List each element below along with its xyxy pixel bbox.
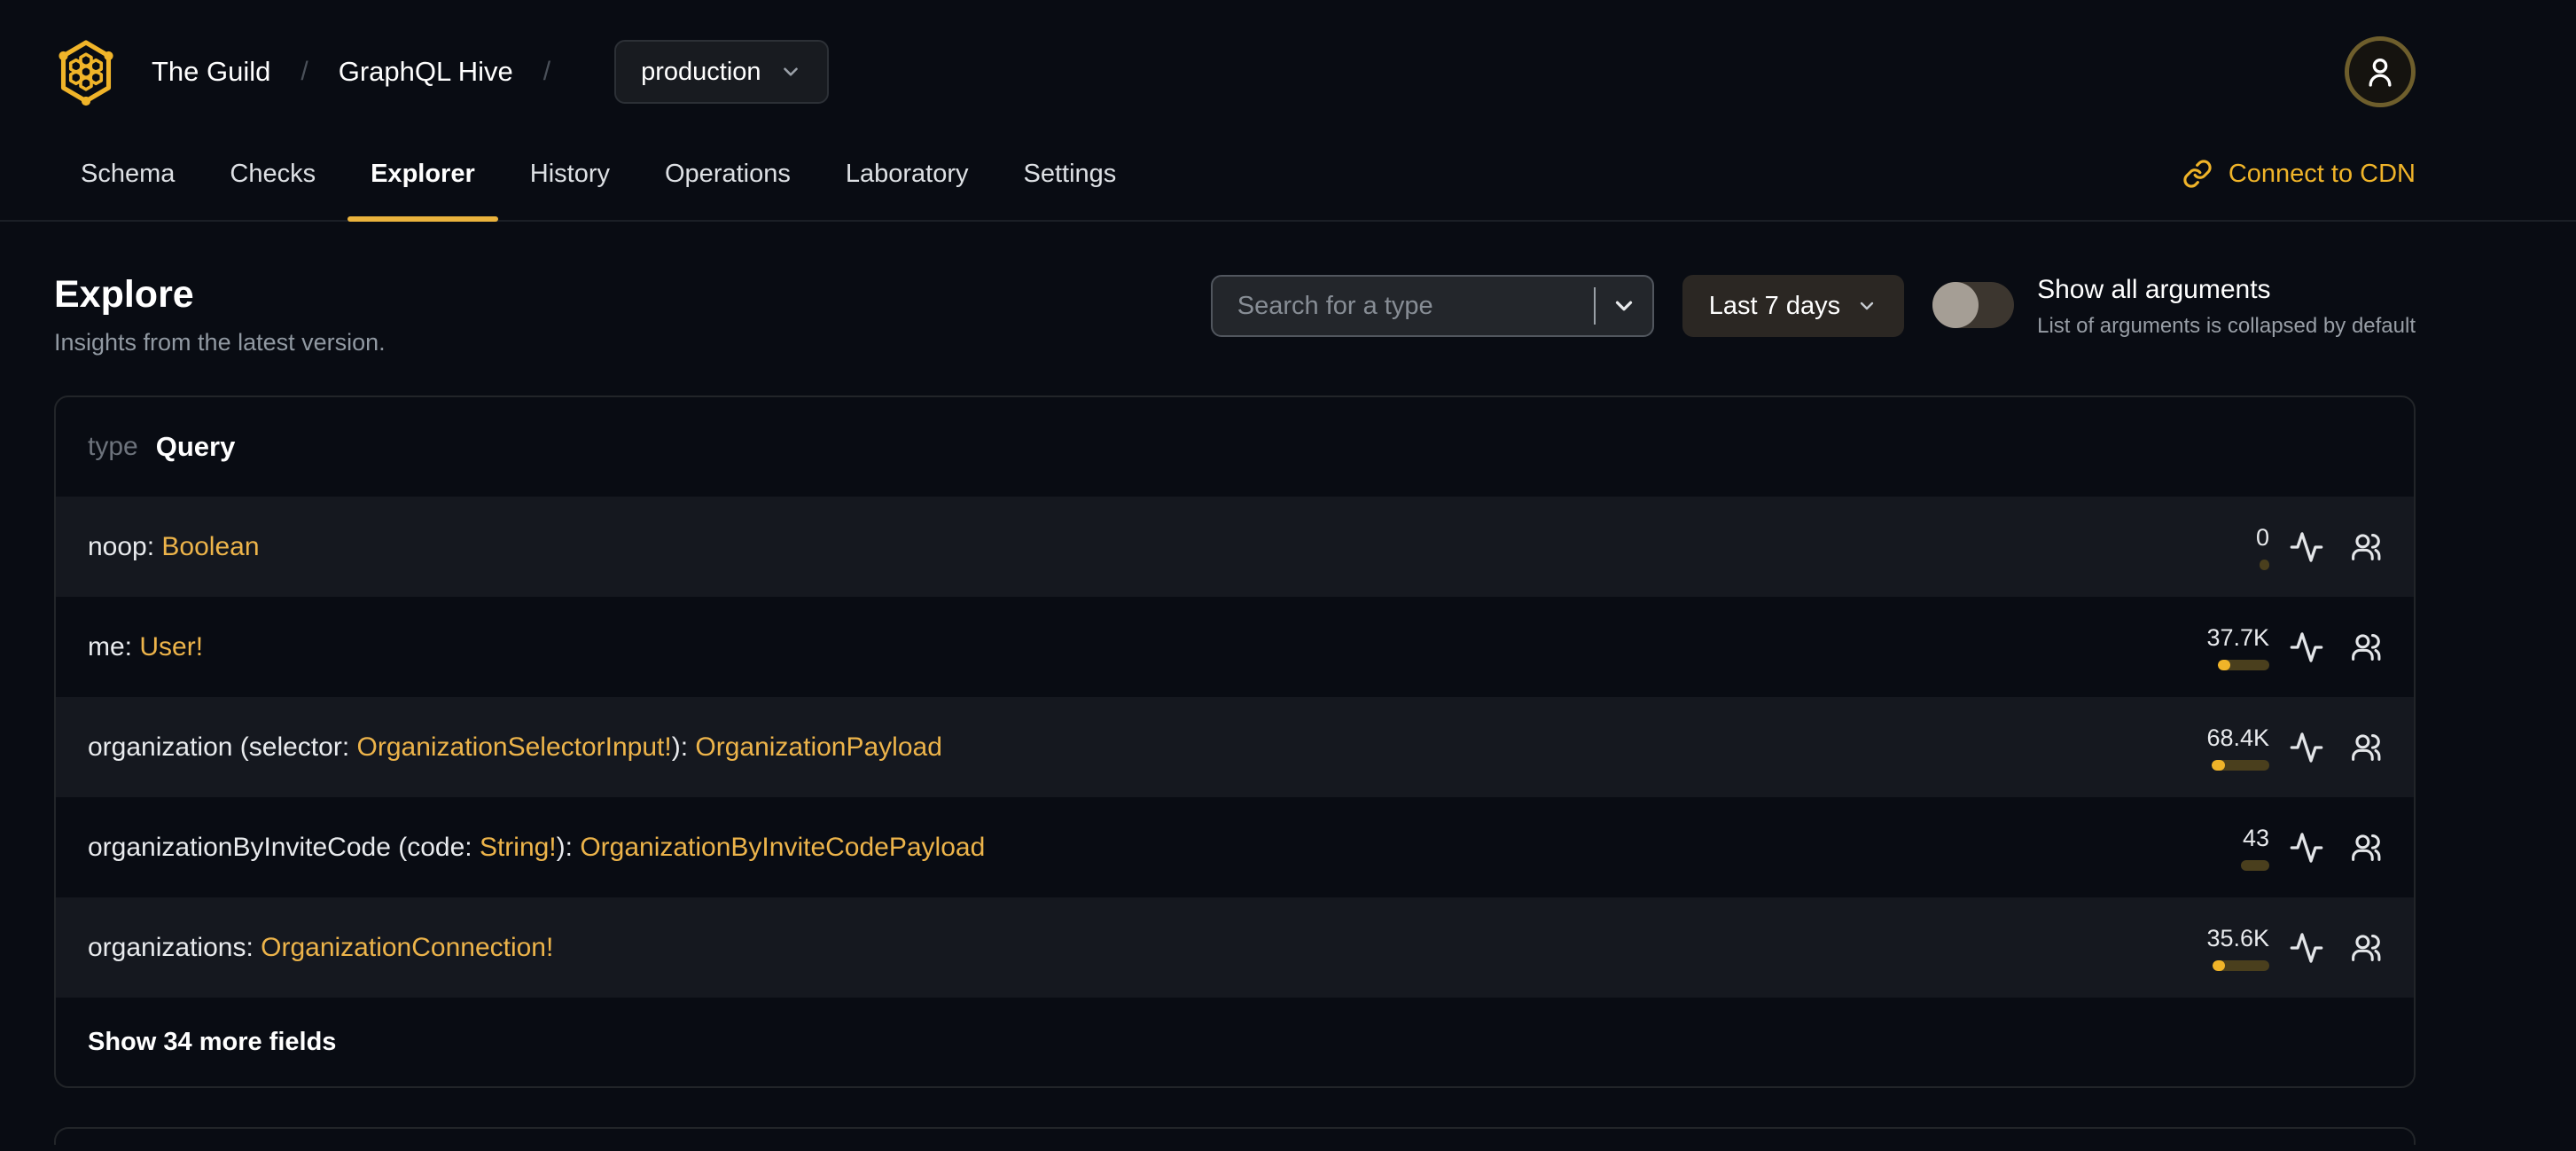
- page-subtitle: Insights from the latest version.: [54, 329, 386, 356]
- usage-bar: [2212, 759, 2269, 771]
- toggle-label: Show all arguments: [2037, 275, 2271, 304]
- field-signature: organizationByInviteCode (code: String!)…: [88, 832, 986, 862]
- page-heading: Explore Insights from the latest version…: [54, 273, 386, 356]
- field-stats: 37.7K: [2206, 624, 2382, 670]
- field-list: noop: Boolean 0 me: User! 37.7K organiza…: [56, 497, 2414, 998]
- chevron-down-icon: [783, 67, 798, 76]
- user-avatar-icon: [2369, 59, 2392, 87]
- field-metric: 43: [2241, 825, 2269, 871]
- toggle-labels: Show all arguments List of arguments is …: [2037, 275, 2416, 339]
- tab-operations[interactable]: Operations: [638, 128, 817, 220]
- tab-bar: Schema Checks Explorer History Operations Lab…: [54, 128, 1144, 222]
- show-all-arguments-toggle[interactable]: [1932, 282, 2015, 328]
- field-row[interactable]: organizations: OrganizationConnection! 3…: [56, 897, 2414, 998]
- breadcrumb-project[interactable]: GraphQL Hive: [339, 56, 513, 88]
- activity-icon[interactable]: [2289, 830, 2324, 865]
- type-search-dropdown-button[interactable]: [1596, 293, 1652, 319]
- tab-checks[interactable]: Checks: [203, 128, 342, 220]
- explore-page: Explore Insights from the latest version…: [54, 273, 2416, 1145]
- tab-history[interactable]: History: [503, 128, 636, 220]
- activity-icon[interactable]: [2289, 529, 2324, 565]
- type-search-box: [1210, 275, 1654, 337]
- field-stats: 43: [2241, 825, 2382, 871]
- page-title: Explore: [54, 273, 194, 316]
- connect-to-cdn-button[interactable]: Connect to CDN: [2182, 128, 2416, 220]
- tabs-strip: Schema Checks Explorer History Operations Lab…: [0, 128, 2576, 222]
- users-icon[interactable]: [2349, 931, 2382, 964]
- request-count: 0: [2255, 523, 2269, 551]
- usage-bar: [2218, 659, 2269, 670]
- show-more-fields-button[interactable]: Show 34 more fields: [56, 998, 2414, 1086]
- field-signature: organizations: OrganizationConnection!: [88, 932, 554, 962]
- type-card-header: type Query: [56, 397, 2414, 497]
- usage-bar: [2241, 859, 2269, 871]
- users-icon[interactable]: [2349, 831, 2382, 864]
- period-selector[interactable]: Last 7 days: [1682, 275, 1905, 337]
- field-metric: 0: [2256, 524, 2269, 570]
- explore-controls: Last 7 days Show all arguments List of a…: [1210, 275, 2416, 356]
- link-icon: [2183, 160, 2212, 188]
- tab-schema[interactable]: Schema: [54, 128, 201, 220]
- hive-logo-icon[interactable]: [54, 37, 118, 106]
- type-name: Query: [155, 431, 236, 462]
- users-icon[interactable]: [2349, 530, 2382, 563]
- field-stats: 35.6K: [2206, 925, 2382, 971]
- toggle-caption: List of arguments is collapsed by defaul…: [2037, 314, 2416, 338]
- connect-to-cdn-label: Connect to CDN: [2228, 159, 2416, 188]
- field-metric: 35.6K: [2206, 925, 2269, 971]
- usage-bar: [2260, 559, 2269, 570]
- field-signature: me: User!: [88, 631, 204, 662]
- field-metric: 68.4K: [2206, 724, 2269, 771]
- request-count: 43: [2242, 824, 2269, 851]
- next-type-card-partial: [54, 1127, 2416, 1145]
- toggle-knob: [1932, 282, 1979, 328]
- type-card-query: type Query noop: Boolean 0 me: User! 37.…: [54, 395, 2416, 1088]
- chevron-down-icon: [1860, 301, 1874, 310]
- breadcrumb-separator: /: [543, 57, 551, 86]
- request-count: 68.4K: [2206, 724, 2269, 751]
- field-metric: 37.7K: [2206, 624, 2269, 670]
- field-row[interactable]: noop: Boolean 0: [56, 497, 2414, 597]
- field-stats: 68.4K: [2206, 724, 2382, 771]
- app-header: The Guild / GraphQL Hive / production Sc…: [0, 23, 2576, 222]
- user-menu-button[interactable]: [2345, 36, 2416, 107]
- tab-explorer[interactable]: Explorer: [344, 128, 502, 222]
- breadcrumb-separator: /: [301, 57, 308, 86]
- tab-laboratory[interactable]: Laboratory: [819, 128, 995, 220]
- request-count: 37.7K: [2206, 623, 2269, 651]
- activity-icon[interactable]: [2289, 930, 2324, 966]
- tab-settings[interactable]: Settings: [997, 128, 1144, 220]
- type-kind-label: type: [88, 432, 138, 461]
- top-bar: The Guild / GraphQL Hive / production: [54, 23, 2416, 121]
- chevron-down-icon: [1615, 301, 1632, 311]
- field-row[interactable]: organization (selector: OrganizationSele…: [56, 697, 2414, 797]
- request-count: 35.6K: [2206, 924, 2269, 951]
- users-icon[interactable]: [2349, 630, 2382, 663]
- field-stats: 0: [2256, 524, 2382, 570]
- target-selector[interactable]: production: [614, 40, 829, 104]
- field-signature: noop: Boolean: [88, 531, 260, 561]
- field-row[interactable]: organizationByInviteCode (code: String!)…: [56, 797, 2414, 897]
- field-signature: organization (selector: OrganizationSele…: [88, 732, 942, 762]
- breadcrumb-org[interactable]: The Guild: [152, 56, 270, 88]
- activity-icon[interactable]: [2289, 630, 2324, 665]
- show-all-arguments-control: Show all arguments List of arguments is …: [1932, 275, 2416, 339]
- users-icon[interactable]: [2349, 731, 2382, 763]
- period-selector-value: Last 7 days: [1708, 291, 1841, 320]
- field-row[interactable]: me: User! 37.7K: [56, 597, 2414, 697]
- type-search-input[interactable]: [1212, 277, 1594, 335]
- usage-bar: [2213, 959, 2269, 971]
- activity-icon[interactable]: [2289, 730, 2324, 765]
- target-selector-value: production: [641, 57, 761, 86]
